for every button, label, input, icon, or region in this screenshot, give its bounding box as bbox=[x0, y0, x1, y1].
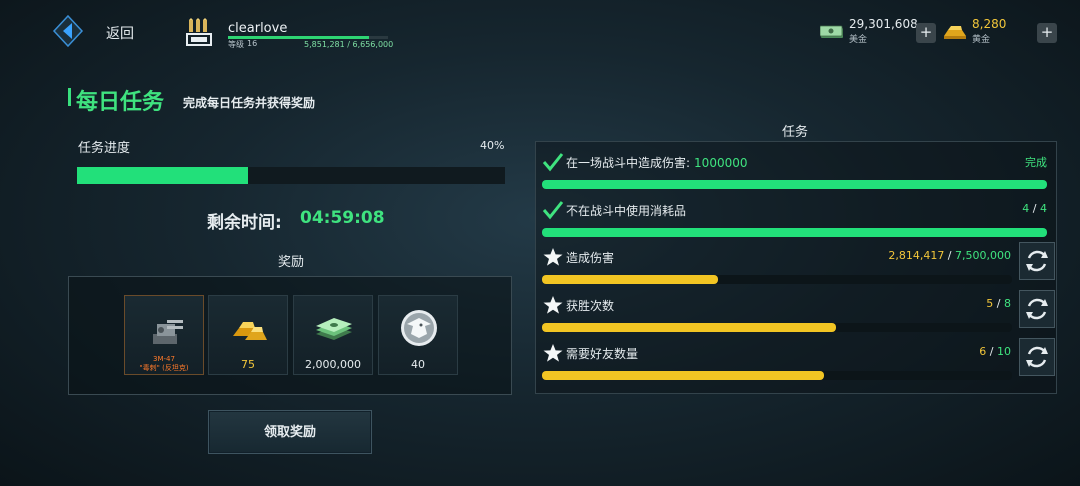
task-name: 需要好友数量 bbox=[566, 345, 638, 362]
task-separator: / bbox=[1029, 202, 1040, 215]
add-gold-button[interactable]: + bbox=[1037, 23, 1057, 43]
task-target-value: 7,500,000 bbox=[955, 249, 1011, 262]
task-row: 在一场战斗中造成伤害: 1000000 完成 bbox=[540, 148, 1057, 194]
task-description: 造成伤害 bbox=[566, 251, 615, 265]
cash-label: 美金 bbox=[849, 35, 868, 45]
refresh-icon bbox=[1026, 346, 1048, 368]
reward-item-turret[interactable]: 3M-47 "毒刺" (反坦克) bbox=[124, 295, 204, 375]
reward-quantity: 75 bbox=[241, 358, 255, 371]
task-separator: / bbox=[944, 249, 956, 262]
add-cash-button[interactable]: + bbox=[916, 23, 936, 43]
progress-percent: 40% bbox=[480, 139, 505, 152]
check-icon bbox=[542, 200, 564, 220]
reward-item-gold[interactable]: 75 bbox=[208, 295, 288, 375]
reward-item-cash[interactable]: 2,000,000 bbox=[293, 295, 373, 375]
task-description: 需要好友数量 bbox=[566, 347, 639, 361]
gold-icon bbox=[942, 22, 968, 40]
reward-quantity: 2,000,000 bbox=[305, 358, 361, 371]
task-target-value: 1000000 bbox=[694, 156, 748, 170]
back-button[interactable] bbox=[52, 14, 84, 48]
refresh-icon bbox=[1026, 250, 1048, 272]
time-remaining-label: 剩余时间: bbox=[207, 213, 282, 233]
progress-label: 任务进度 bbox=[78, 141, 131, 156]
cash-icon bbox=[819, 24, 844, 38]
task-current-value: 2,814,417 bbox=[888, 249, 945, 262]
refresh-icon bbox=[1026, 298, 1048, 320]
task-progress-fill bbox=[542, 228, 1047, 237]
task-row: 需要好友数量 6 / 10 bbox=[540, 339, 1057, 385]
task-progress-fill bbox=[542, 180, 1047, 189]
task-status: 5 / 8 bbox=[986, 297, 1011, 310]
task-name: 不在战斗中使用消耗品 bbox=[566, 202, 686, 219]
task-separator: / bbox=[986, 345, 997, 358]
tasks-heading: 任务 bbox=[782, 125, 809, 140]
xp-value: 5,851,281 / 6,656,000 bbox=[304, 40, 394, 49]
daily-progress-bar bbox=[77, 167, 505, 184]
task-name: 获胜次数 bbox=[566, 297, 614, 314]
refresh-task-button[interactable] bbox=[1019, 290, 1055, 328]
daily-progress-fill bbox=[77, 167, 249, 184]
gold-bars-icon bbox=[233, 322, 267, 340]
gold-label: 黄金 bbox=[972, 35, 991, 45]
task-target-value: 8 bbox=[1004, 297, 1011, 310]
player-name: clearlove bbox=[228, 21, 288, 36]
task-progress-fill bbox=[542, 275, 719, 284]
task-description: 获胜次数 bbox=[566, 299, 615, 313]
task-progress-bar bbox=[542, 275, 1012, 284]
task-separator: / bbox=[993, 297, 1004, 310]
task-row: 造成伤害 2,814,417 / 7,500,000 bbox=[540, 243, 1057, 289]
task-progress-bar bbox=[542, 180, 1047, 189]
reward-name: 3M-47 "毒刺" (反坦克) bbox=[139, 355, 189, 372]
claim-reward-label: 领取奖励 bbox=[263, 425, 316, 440]
page-title: 每日任务 bbox=[76, 90, 165, 115]
task-target-value: 4 bbox=[1040, 202, 1047, 215]
check-icon bbox=[542, 152, 564, 172]
back-label[interactable]: 返回 bbox=[106, 23, 134, 43]
cash-stack-icon bbox=[316, 318, 352, 340]
task-status: 2,814,417 / 7,500,000 bbox=[888, 249, 1011, 262]
task-progress-bar bbox=[542, 371, 1012, 380]
task-row: 不在战斗中使用消耗品 4 / 4 bbox=[540, 196, 1057, 242]
refresh-task-button[interactable] bbox=[1019, 242, 1055, 280]
time-remaining-value: 04:59:08 bbox=[300, 208, 385, 228]
task-progress-bar bbox=[542, 323, 1012, 332]
level-label: 等级 bbox=[228, 40, 244, 49]
reward-quantity: 40 bbox=[411, 358, 425, 371]
task-description: 不在战斗中使用消耗品 bbox=[566, 204, 687, 218]
rank-chevron-icon bbox=[186, 18, 214, 48]
refresh-task-button[interactable] bbox=[1019, 338, 1055, 376]
task-progress-fill bbox=[542, 371, 824, 380]
task-row: 获胜次数 5 / 8 bbox=[540, 291, 1057, 337]
star-icon bbox=[542, 343, 564, 363]
task-target-value: 10 bbox=[997, 345, 1011, 358]
gold-value: 8,280 bbox=[972, 17, 1007, 31]
task-name: 在一场战斗中造成伤害: 1000000 bbox=[566, 154, 748, 171]
back-arrow-icon bbox=[52, 14, 84, 48]
task-status: 完成 bbox=[1025, 154, 1047, 170]
cash-value: 29,301,608 bbox=[849, 17, 918, 31]
title-accent-bar bbox=[68, 88, 71, 106]
reward-item-emblem[interactable]: 40 bbox=[378, 295, 458, 375]
task-status: 6 / 10 bbox=[979, 345, 1011, 358]
task-complete-label: 完成 bbox=[1025, 156, 1047, 169]
star-icon bbox=[542, 247, 564, 267]
task-name: 造成伤害 bbox=[566, 249, 614, 266]
claim-reward-button[interactable]: 领取奖励 bbox=[208, 410, 372, 454]
page-subtitle: 完成每日任务并获得奖励 bbox=[183, 96, 316, 110]
rewards-heading: 奖励 bbox=[278, 255, 305, 270]
star-icon bbox=[542, 295, 564, 315]
level-value: 16 bbox=[247, 39, 258, 48]
task-progress-fill bbox=[542, 323, 836, 332]
task-progress-bar bbox=[542, 228, 1047, 237]
turret-icon bbox=[153, 320, 183, 344]
task-status: 4 / 4 bbox=[1022, 202, 1047, 215]
task-description: 在一场战斗中造成伤害: bbox=[566, 156, 691, 170]
eagle-emblem-icon bbox=[401, 310, 437, 346]
